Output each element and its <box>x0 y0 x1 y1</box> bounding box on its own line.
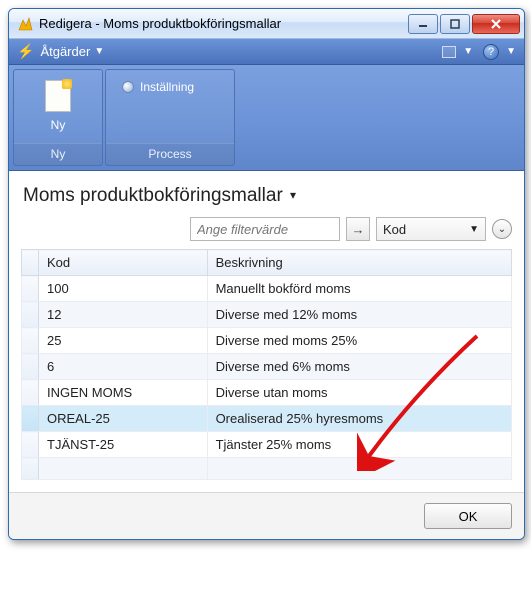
expand-filters-button[interactable]: ⌄ <box>492 219 512 239</box>
settings-button[interactable]: Inställning <box>114 76 202 98</box>
cell-kod[interactable]: OREAL-25 <box>39 406 208 432</box>
table-row[interactable]: 25 Diverse med moms 25% <box>22 328 512 354</box>
window-title: Redigera - Moms produktbokföringsmallar <box>39 16 406 31</box>
actions-bar: ⚡ Åtgärder ▼ ▼ ? ▼ <box>9 39 524 65</box>
row-header[interactable] <box>22 328 39 354</box>
footer: OK <box>9 492 524 539</box>
row-header[interactable] <box>22 354 39 380</box>
cell-besk[interactable]: Diverse med 12% moms <box>207 302 511 328</box>
cell-besk[interactable]: Diverse utan moms <box>207 380 511 406</box>
row-header[interactable] <box>22 276 39 302</box>
table-row[interactable]: 6 Diverse med 6% moms <box>22 354 512 380</box>
settings-button-label: Inställning <box>140 80 194 94</box>
cell-kod[interactable]: INGEN MOMS <box>39 380 208 406</box>
chevron-down-icon: ▼ <box>469 224 479 235</box>
table-row[interactable]: 100 Manuellt bokförd moms <box>22 276 512 302</box>
ribbon-group-ny: Ny Ny <box>13 69 103 166</box>
table-row[interactable]: OREAL-25 Orealiserad 25% hyresmoms <box>22 406 512 432</box>
cell-besk[interactable]: Diverse med 6% moms <box>207 354 511 380</box>
ribbon: Ny Ny Inställning Process <box>9 65 524 171</box>
new-document-icon <box>42 78 74 114</box>
filter-field-value: Kod <box>383 222 406 237</box>
filter-row: → Kod ▼ ⌄ <box>21 217 512 241</box>
cell-besk[interactable]: Orealiserad 25% hyresmoms <box>207 406 511 432</box>
page-title-text: Moms produktbokföringsmallar <box>23 185 283 206</box>
chevron-down-icon: ▾ <box>290 188 296 202</box>
layout-icon <box>442 46 456 58</box>
cell-kod[interactable]: 25 <box>39 328 208 354</box>
filter-input[interactable] <box>190 217 340 241</box>
actions-menu[interactable]: Åtgärder <box>40 44 90 59</box>
row-header[interactable] <box>22 302 39 328</box>
cell-besk[interactable]: Tjänster 25% moms <box>207 432 511 458</box>
app-icon <box>17 16 33 32</box>
cell-kod[interactable]: TJÄNST-25 <box>39 432 208 458</box>
row-header[interactable] <box>22 406 39 432</box>
help-button[interactable]: ? ▼ <box>483 44 516 60</box>
cell-besk[interactable]: Manuellt bokförd moms <box>207 276 511 302</box>
chevron-down-icon: ▼ <box>94 46 104 57</box>
table-row[interactable]: INGEN MOMS Diverse utan moms <box>22 380 512 406</box>
cell-besk[interactable]: Diverse med moms 25% <box>207 328 511 354</box>
arrow-right-icon: → <box>352 222 365 237</box>
chevron-down-icon: ▼ <box>463 46 473 57</box>
new-button[interactable]: Ny <box>36 76 80 134</box>
layout-button[interactable]: ▼ <box>442 46 473 58</box>
maximize-button[interactable] <box>440 14 470 34</box>
cell-kod[interactable]: 12 <box>39 302 208 328</box>
data-grid[interactable]: Kod Beskrivning 100 Manuellt bokförd mom… <box>21 249 512 480</box>
page-title[interactable]: Moms produktbokföringsmallar ▾ <box>23 185 512 207</box>
bolt-icon: ⚡ <box>17 43 34 60</box>
filter-field-select[interactable]: Kod ▼ <box>376 217 486 241</box>
minimize-button[interactable] <box>408 14 438 34</box>
ribbon-group-label-process: Process <box>106 143 234 165</box>
ok-button[interactable]: OK <box>424 503 512 529</box>
content-area: Moms produktbokföringsmallar ▾ → Kod ▼ ⌄… <box>9 171 524 492</box>
ribbon-group-label-ny: Ny <box>14 143 102 165</box>
row-header[interactable] <box>22 432 39 458</box>
cell-kod[interactable]: 6 <box>39 354 208 380</box>
help-icon: ? <box>483 44 499 60</box>
table-row[interactable]: 12 Diverse med 12% moms <box>22 302 512 328</box>
chevron-down-icon: ▼ <box>506 46 516 57</box>
titlebar[interactable]: Redigera - Moms produktbokföringsmallar <box>9 9 524 39</box>
table-row-empty <box>22 458 512 480</box>
row-header[interactable] <box>22 380 39 406</box>
column-header-beskrivning[interactable]: Beskrivning <box>207 250 511 276</box>
new-button-label: Ny <box>51 118 66 132</box>
filter-go-button[interactable]: → <box>346 217 370 241</box>
table-row[interactable]: TJÄNST-25 Tjänster 25% moms <box>22 432 512 458</box>
close-button[interactable] <box>472 14 520 34</box>
column-header-kod[interactable]: Kod <box>39 250 208 276</box>
chevron-down-icon: ⌄ <box>498 224 506 235</box>
window: Redigera - Moms produktbokföringsmallar … <box>8 8 525 540</box>
dot-icon <box>122 81 134 93</box>
cell-kod[interactable]: 100 <box>39 276 208 302</box>
grid-corner <box>22 250 39 276</box>
ribbon-group-process: Inställning Process <box>105 69 235 166</box>
